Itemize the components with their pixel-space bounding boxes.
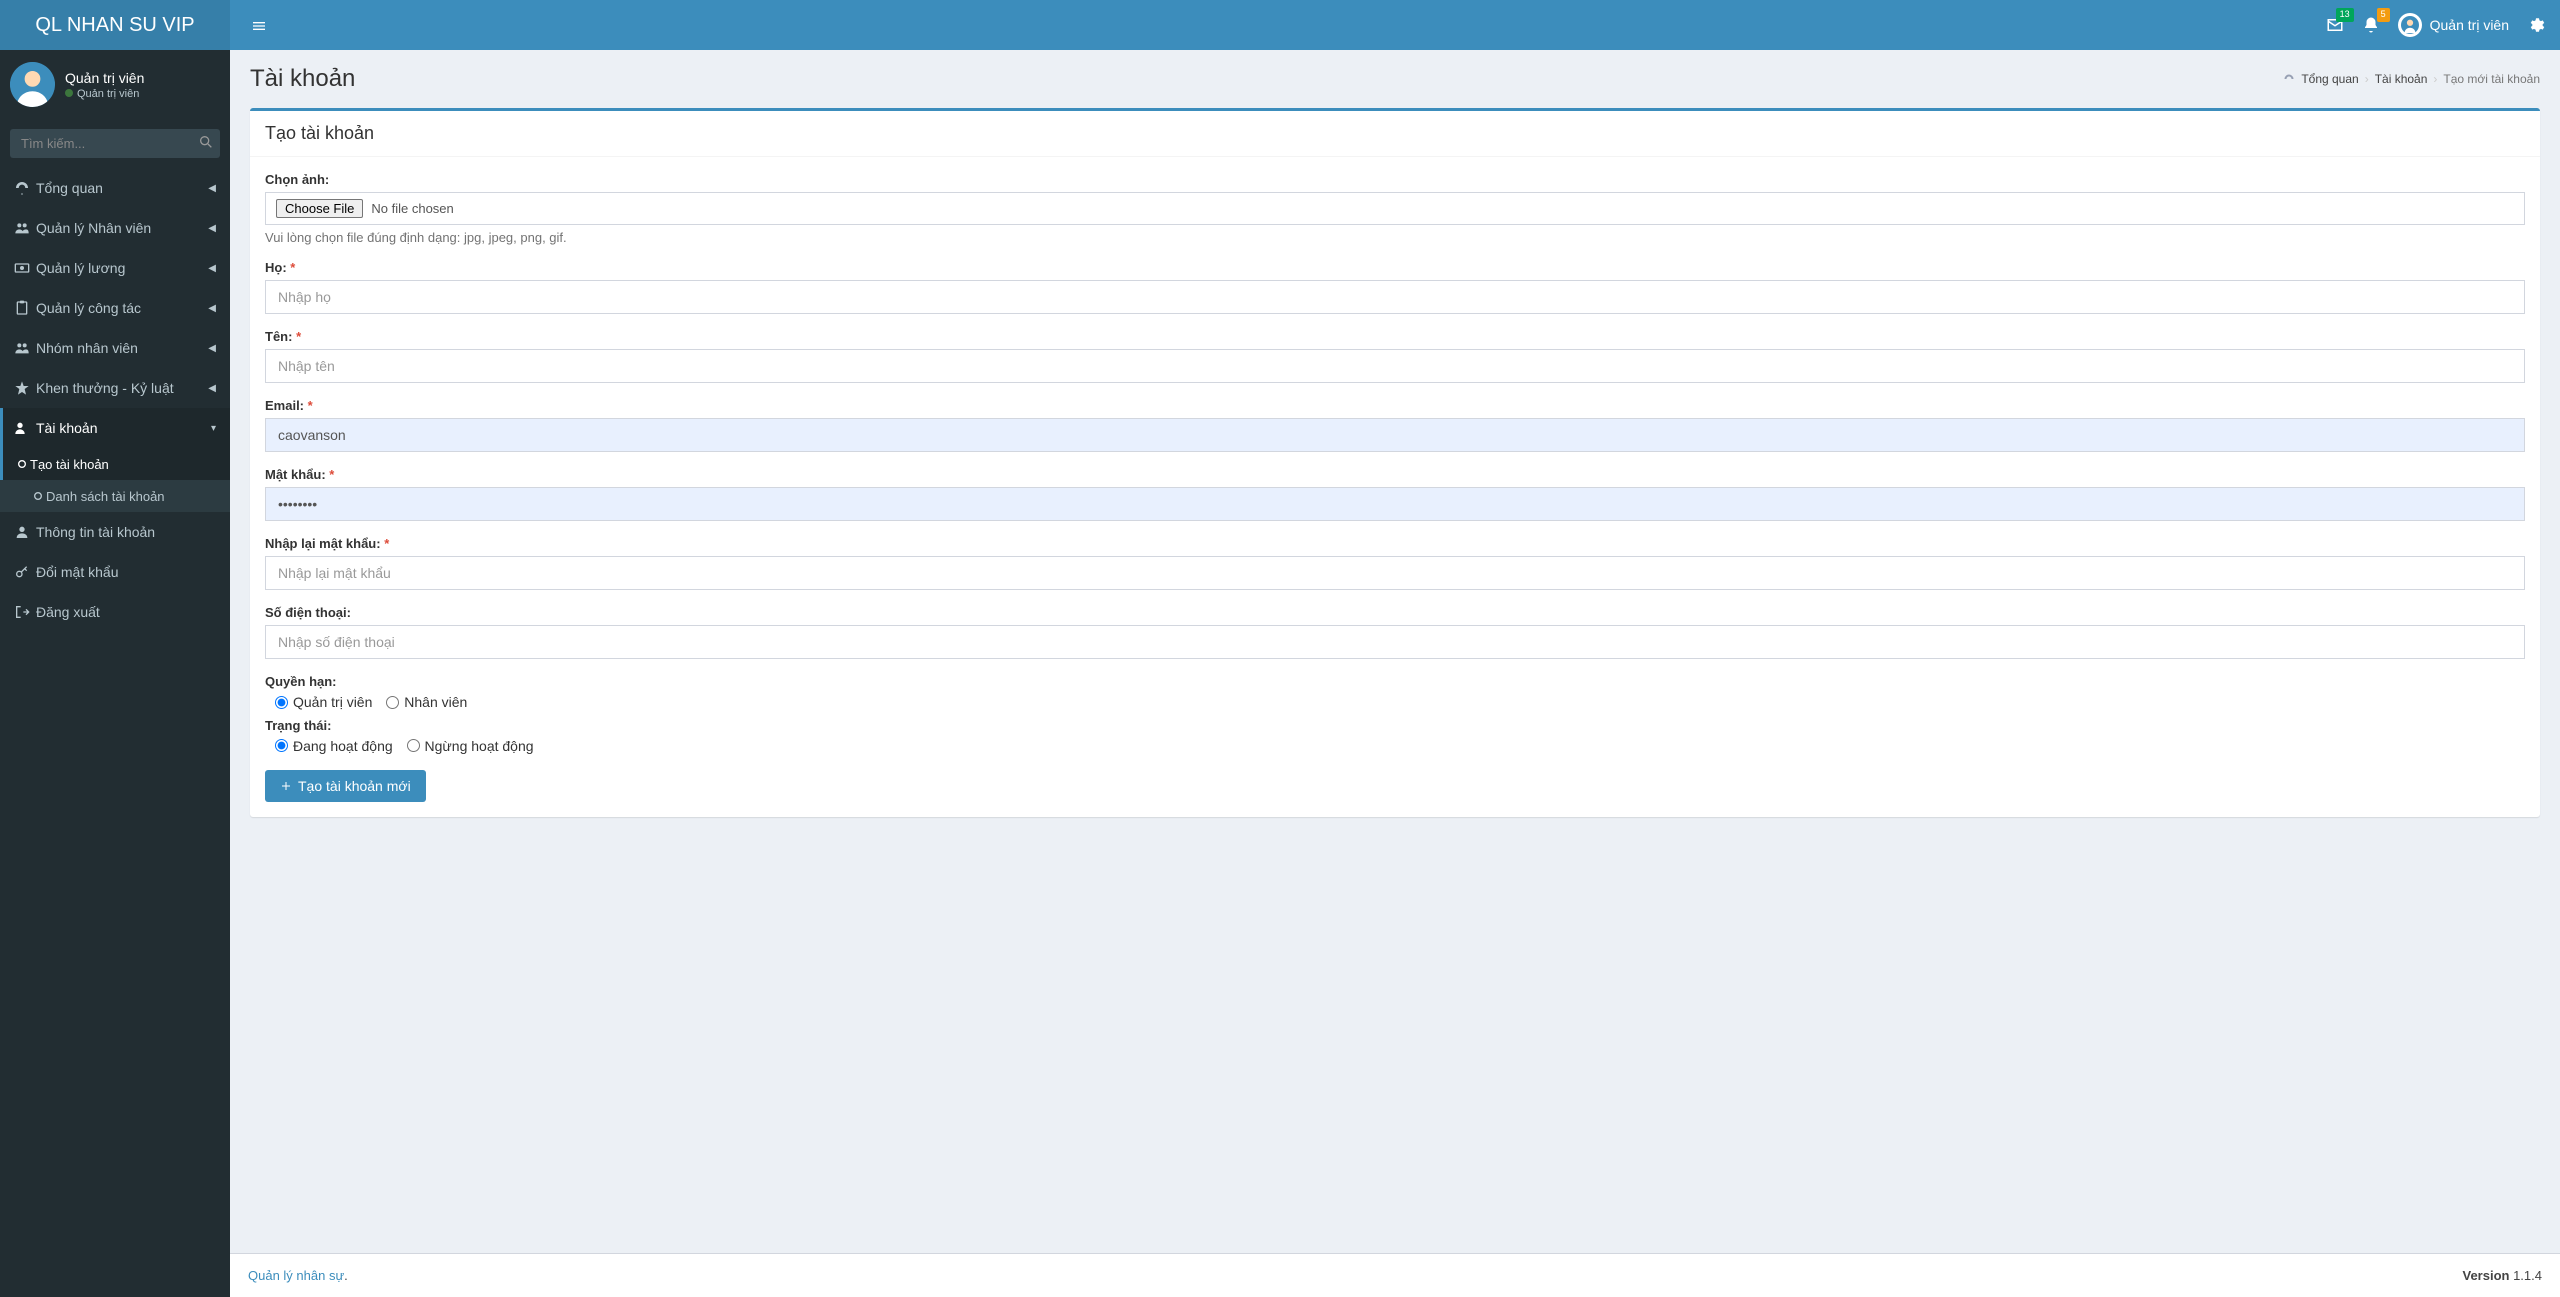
- chevron-left-icon: ◀: [208, 343, 216, 354]
- sidebar-item-change-password[interactable]: Đổi mật khẩu: [0, 552, 230, 592]
- chevron-left-icon: ◀: [208, 383, 216, 394]
- lastname-label: Họ: *: [265, 260, 2525, 275]
- avatar: [10, 62, 55, 107]
- chevron-left-icon: ◀: [208, 223, 216, 234]
- messages-button[interactable]: 13: [2326, 16, 2344, 34]
- sidebar-user-name: Quản trị viên: [65, 70, 144, 86]
- brand-logo[interactable]: QL NHAN SU VIP: [0, 0, 230, 50]
- chevron-left-icon: ◀: [208, 303, 216, 314]
- avatar-icon: [2401, 16, 2419, 34]
- notifications-button[interactable]: 5: [2362, 16, 2380, 34]
- chevron-down-icon: ▾: [211, 423, 216, 434]
- circle-icon: [30, 488, 46, 504]
- key-icon: [14, 564, 30, 580]
- breadcrumb-mid[interactable]: Tài khoản: [2375, 72, 2428, 86]
- breadcrumb-home[interactable]: Tổng quan: [2301, 72, 2358, 86]
- users-icon: [14, 220, 30, 236]
- settings-gears-button[interactable]: [2527, 16, 2545, 34]
- user-plus-icon: [14, 420, 30, 436]
- star-icon: [14, 380, 30, 396]
- footer-left-link[interactable]: Quản lý nhân sự: [248, 1268, 344, 1283]
- sidebar-item-work[interactable]: Quản lý công tác◀: [0, 288, 230, 328]
- chevron-left-icon: ◀: [208, 263, 216, 274]
- status-inactive-radio[interactable]: Ngừng hoạt động: [407, 738, 534, 754]
- breadcrumb-last: Tạo mới tài khoản: [2443, 72, 2540, 86]
- money-icon: [14, 260, 30, 276]
- circle-icon: [14, 456, 30, 472]
- repassword-label: Nhập lại mật khẩu: *: [265, 536, 2525, 551]
- footer-version: Version 1.1.4: [2462, 1268, 2542, 1283]
- sidebar-item-salary[interactable]: Quản lý lương◀: [0, 248, 230, 288]
- phone-label: Số điện thoại:: [265, 605, 2525, 620]
- image-label: Chọn ảnh:: [265, 172, 2525, 187]
- sidebar-search-button[interactable]: [198, 134, 214, 150]
- status-active-radio[interactable]: Đang hoạt động: [275, 738, 393, 754]
- sidebar-item-account[interactable]: Tài khoản▾: [0, 408, 230, 448]
- email-label: Email: *: [265, 398, 2525, 413]
- dashboard-icon: [2283, 73, 2295, 85]
- firstname-input[interactable]: [265, 349, 2525, 383]
- box-title: Tạo tài khoản: [265, 123, 2525, 144]
- chevron-left-icon: ◀: [208, 183, 216, 194]
- user-menu-button[interactable]: Quản trị viên: [2398, 13, 2509, 37]
- sidebar-subitem-list-account[interactable]: Danh sách tài khoản: [0, 480, 230, 512]
- avatar-small: [2398, 13, 2422, 37]
- plus-icon: [280, 780, 292, 792]
- breadcrumb: Tổng quan › Tài khoản › Tạo mới tài khoả…: [2283, 72, 2540, 86]
- role-label: Quyền hạn:: [265, 674, 2525, 689]
- password-input[interactable]: [265, 487, 2525, 521]
- avatar-icon: [10, 62, 55, 107]
- password-label: Mật khẩu: *: [265, 467, 2525, 482]
- notifications-badge: 5: [2377, 8, 2390, 22]
- lastname-input[interactable]: [265, 280, 2525, 314]
- image-help-text: Vui lòng chọn file đúng định dạng: jpg, …: [265, 230, 2525, 245]
- submit-button[interactable]: Tạo tài khoản mới: [265, 770, 426, 802]
- role-admin-radio[interactable]: Quản trị viên: [275, 694, 372, 710]
- sidebar-search-input[interactable]: [10, 129, 220, 158]
- file-input-wrap[interactable]: Choose File No file chosen: [265, 192, 2525, 225]
- bars-icon: [251, 18, 267, 34]
- clipboard-icon: [14, 300, 30, 316]
- group-icon: [14, 340, 30, 356]
- sidebar-item-employees[interactable]: Quản lý Nhân viên◀: [0, 208, 230, 248]
- sidebar-item-reward[interactable]: Khen thưởng - Kỷ luật◀: [0, 368, 230, 408]
- user-icon: [14, 524, 30, 540]
- sidebar-item-logout[interactable]: Đăng xuất: [0, 592, 230, 632]
- role-employee-radio[interactable]: Nhân viên: [386, 694, 467, 710]
- messages-badge: 13: [2336, 8, 2354, 22]
- sidebar-item-account-info[interactable]: Thông tin tài khoản: [0, 512, 230, 552]
- status-label: Trạng thái:: [265, 718, 2525, 733]
- dashboard-icon: [14, 180, 30, 196]
- sidebar-subitem-create-account[interactable]: Tạo tài khoản: [0, 448, 230, 480]
- email-input[interactable]: [265, 418, 2525, 452]
- choose-file-button[interactable]: Choose File: [276, 199, 363, 218]
- page-title: Tài khoản: [250, 65, 355, 93]
- firstname-label: Tên: *: [265, 329, 2525, 344]
- gears-icon: [2527, 16, 2545, 34]
- repassword-input[interactable]: [265, 556, 2525, 590]
- sidebar-item-groups[interactable]: Nhóm nhân viên◀: [0, 328, 230, 368]
- phone-input[interactable]: [265, 625, 2525, 659]
- signout-icon: [14, 604, 30, 620]
- sidebar-item-overview[interactable]: Tổng quan◀: [0, 168, 230, 208]
- search-icon: [198, 134, 214, 150]
- file-chosen-text: No file chosen: [371, 201, 453, 216]
- user-menu-label: Quản trị viên: [2430, 17, 2509, 33]
- sidebar-toggle-button[interactable]: [245, 15, 273, 36]
- sidebar-user-status: Quản trị viên: [65, 88, 144, 100]
